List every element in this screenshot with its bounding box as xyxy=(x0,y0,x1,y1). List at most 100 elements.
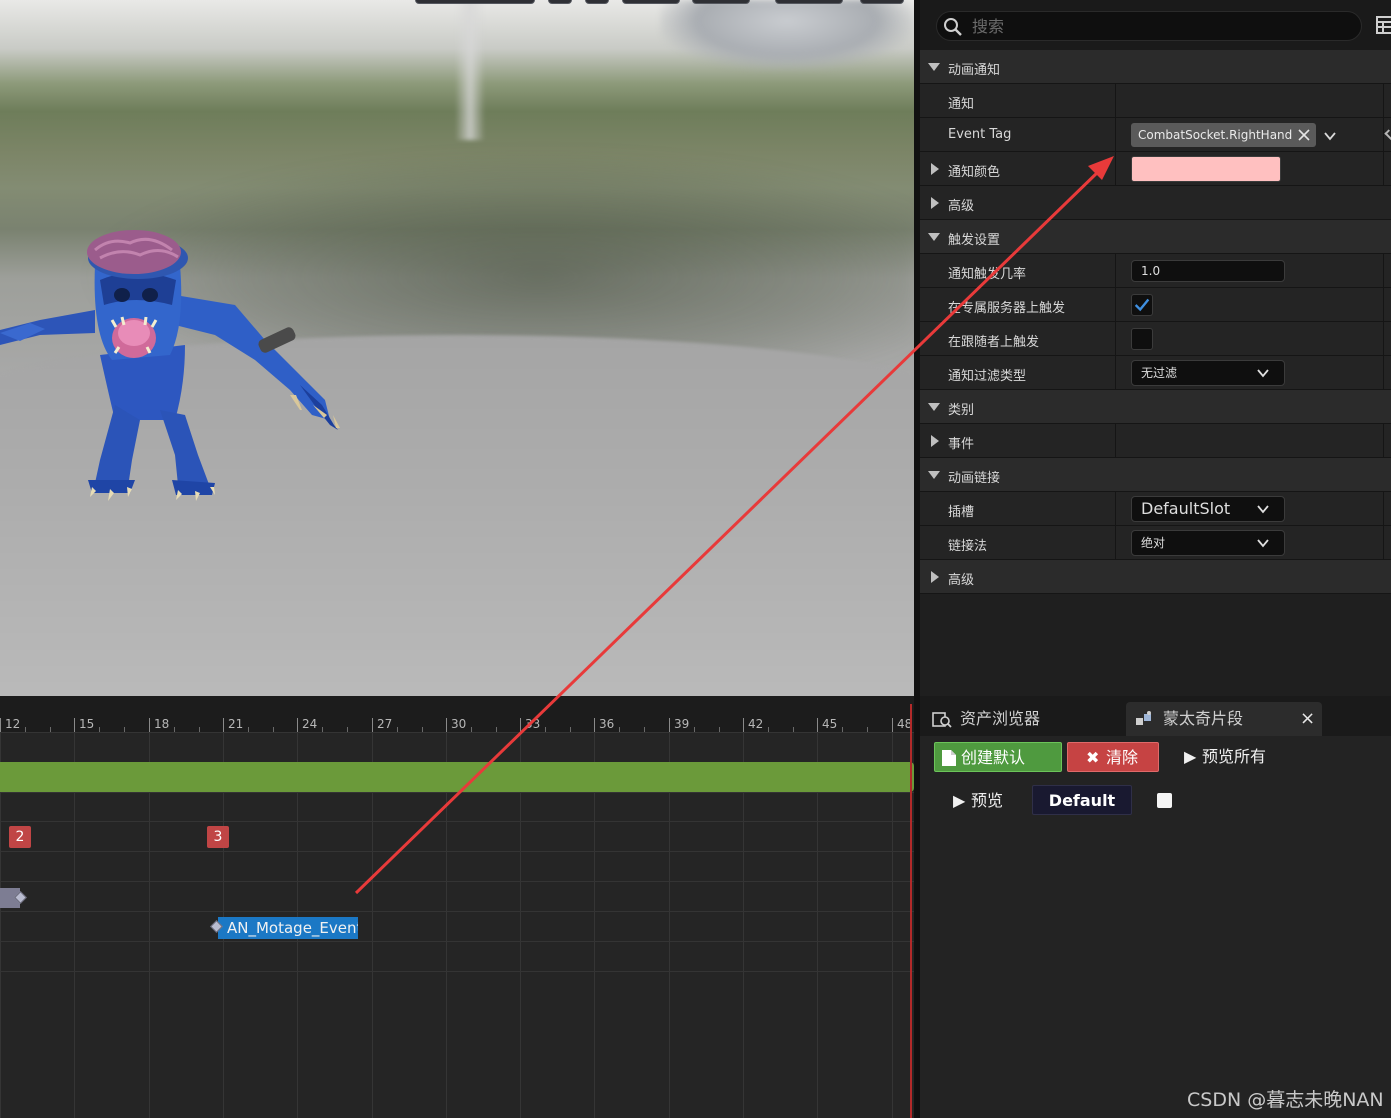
ruler-major-tick xyxy=(520,718,521,732)
details-search-box[interactable] xyxy=(936,11,1362,41)
close-icon: ✖ xyxy=(1086,748,1100,767)
prop-dedicated-server: 在专属服务器上触发 xyxy=(920,288,1391,322)
prop-label: 插槽 xyxy=(948,505,975,520)
slot-dropdown[interactable]: DefaultSlot xyxy=(1131,496,1285,522)
ruler-major-tick xyxy=(446,718,447,732)
expand-triangle-icon[interactable] xyxy=(931,435,939,447)
follower-checkbox[interactable] xyxy=(1131,328,1153,350)
grid-horizontal-line xyxy=(0,792,914,793)
collapse-triangle-icon[interactable] xyxy=(928,63,940,71)
viewport-toolbar-control[interactable] xyxy=(585,0,609,4)
search-input[interactable] xyxy=(972,15,1352,37)
collapse-triangle-icon[interactable] xyxy=(928,403,940,411)
segment-marker[interactable]: 3 xyxy=(207,826,229,848)
ruler-major-tick xyxy=(223,718,224,732)
prop-slot: 插槽 DefaultSlot xyxy=(920,492,1391,526)
grid-horizontal-line xyxy=(0,821,914,822)
close-icon[interactable]: × xyxy=(1300,702,1315,736)
reset-arrow-icon[interactable] xyxy=(1384,129,1391,141)
section-label: 动画链接 xyxy=(948,471,1001,486)
viewport-toolbar-control[interactable] xyxy=(548,0,572,4)
viewport-toolbar-control[interactable] xyxy=(622,0,680,4)
link-method-dropdown[interactable]: 绝对 xyxy=(1131,530,1285,556)
ruler-tick-label: 36 xyxy=(599,717,615,731)
prop-label: 链接法 xyxy=(948,539,988,554)
section-category[interactable]: 类别 xyxy=(920,390,1391,424)
trigger-chance-field[interactable]: 1.0 xyxy=(1131,260,1285,282)
chevron-down-icon[interactable] xyxy=(1323,129,1337,143)
filter-type-dropdown[interactable]: 无过滤 xyxy=(1131,360,1285,386)
background-tree xyxy=(455,0,485,140)
search-icon xyxy=(944,18,962,36)
tab-montage-sections[interactable]: 蒙太奇片段 × xyxy=(1126,702,1322,736)
notify-name: AN_Motage_Event xyxy=(227,919,358,937)
dedicated-server-checkbox[interactable] xyxy=(1131,294,1153,316)
section-checkbox[interactable] xyxy=(1157,793,1172,808)
expand-triangle-icon[interactable] xyxy=(931,163,939,175)
prop-label: 通知过滤类型 xyxy=(948,369,1027,384)
ruler-tick-label: 42 xyxy=(748,717,764,731)
ruler-major-tick xyxy=(669,718,670,732)
gameplay-tag-chip[interactable]: CombatSocket.RightHand xyxy=(1131,123,1317,147)
grid-horizontal-line xyxy=(0,911,914,912)
ruler-major-tick xyxy=(149,718,150,732)
ruler-major-tick xyxy=(74,718,75,732)
tab-asset-browser[interactable]: 资产浏览器 xyxy=(926,702,1122,736)
button-label: 预览 xyxy=(971,791,1004,810)
ruler-major-tick xyxy=(817,718,818,732)
grid-horizontal-line xyxy=(0,851,914,852)
event-tag-value: CombatSocket.RightHand xyxy=(1131,123,1337,147)
anim-notify-block[interactable]: AN_Motage_Event xyxy=(218,917,358,939)
ruler-tick-label: 27 xyxy=(377,717,393,731)
montage-timeline[interactable]: 12 15 18 21 24 27 30 33 36 39 42 45 48 2 3 AN_Motage… xyxy=(0,696,914,1118)
section-advanced-2[interactable]: 高级 xyxy=(920,560,1391,594)
viewport-toolbar-control[interactable] xyxy=(415,0,535,4)
remove-tag-icon[interactable] xyxy=(1297,128,1311,142)
prop-trigger-chance: 通知触发几率 1.0 xyxy=(920,254,1391,288)
timeline-ruler[interactable]: 12 15 18 21 24 27 30 33 36 39 42 45 48 xyxy=(0,696,914,732)
viewport-toolbar-control[interactable] xyxy=(775,0,843,4)
ruler-tick-label: 30 xyxy=(451,717,467,731)
viewport-toolbar-control[interactable] xyxy=(860,0,904,4)
viewport-toolbar-control[interactable] xyxy=(692,0,750,4)
ruler-tick-label: 21 xyxy=(228,717,244,731)
chevron-down-icon xyxy=(1257,539,1269,548)
preview-button[interactable]: ▶ 预览 xyxy=(951,786,1017,816)
collapse-triangle-icon[interactable] xyxy=(928,233,940,241)
table-view-icon[interactable] xyxy=(1376,16,1391,34)
segment-marker[interactable]: 2 xyxy=(9,826,31,848)
section-trigger-settings[interactable]: 触发设置 xyxy=(920,220,1391,254)
clear-button[interactable]: ✖ 清除 xyxy=(1067,742,1159,772)
playhead[interactable] xyxy=(910,704,912,1118)
expand-triangle-icon[interactable] xyxy=(931,571,939,583)
section-label: 高级 xyxy=(948,573,975,588)
collapse-triangle-icon[interactable] xyxy=(928,471,940,479)
tag-text: CombatSocket.RightHand xyxy=(1138,128,1293,142)
prop-filter-type: 通知过滤类型 无过滤 xyxy=(920,356,1391,390)
section-default-button[interactable]: Default xyxy=(1032,785,1132,815)
asset-browser-icon xyxy=(932,712,952,728)
play-icon: ▶ xyxy=(953,791,966,810)
prop-notify-color: 通知颜色 xyxy=(920,152,1391,186)
grid-horizontal-line xyxy=(0,881,914,882)
prop-label: Event Tag xyxy=(948,127,1012,142)
create-default-button[interactable]: 创建默认 xyxy=(934,742,1062,772)
ruler-major-tick xyxy=(743,718,744,732)
details-panel: 动画通知 通知 Event Tag CombatSocket.RightHand… xyxy=(914,0,1391,696)
prop-label: 在专属服务器上触发 xyxy=(948,301,1066,316)
prop-advanced[interactable]: 高级 xyxy=(920,186,1391,220)
ruler-tick-label: 24 xyxy=(302,717,318,731)
chevron-down-icon xyxy=(1257,369,1269,378)
section-anim-link[interactable]: 动画链接 xyxy=(920,458,1391,492)
grid-horizontal-line xyxy=(0,732,914,733)
section-anim-notify[interactable]: 动画通知 xyxy=(920,50,1391,84)
color-swatch[interactable] xyxy=(1131,156,1281,182)
expand-triangle-icon[interactable] xyxy=(931,197,939,209)
prop-label: 通知触发几率 xyxy=(948,267,1027,282)
prop-event[interactable]: 事件 xyxy=(920,424,1391,458)
montage-sections-icon xyxy=(1136,711,1151,725)
section-label: 类别 xyxy=(948,403,975,418)
preview-all-button[interactable]: ▶ 预览所有 xyxy=(1182,742,1292,772)
montage-section-track[interactable] xyxy=(0,762,914,792)
preview-viewport[interactable] xyxy=(0,0,914,696)
